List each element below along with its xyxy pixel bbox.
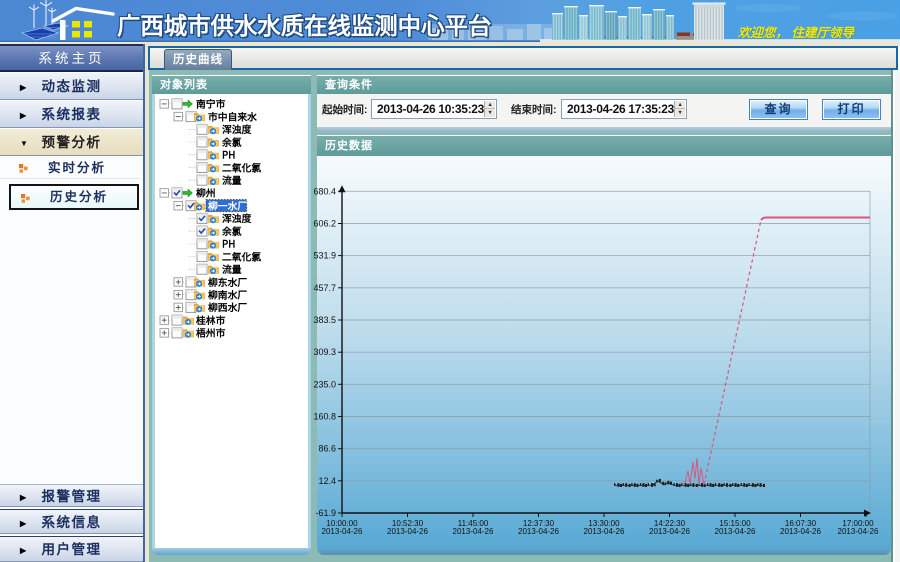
svg-text:12.4: 12.4 [318,476,336,486]
svg-text:680.4: 680.4 [313,186,336,196]
svg-text:2013-04-26: 2013-04-26 [453,527,494,536]
svg-text:2013-04-26: 2013-04-26 [387,527,428,536]
svg-text:流量: 流量 [222,173,242,187]
svg-text:2013-04-26: 2013-04-26 [715,527,756,536]
svg-text:531.9: 531.9 [313,251,336,261]
svg-text:309.3: 309.3 [313,347,336,357]
svg-text:2013-04-26: 2013-04-26 [838,527,879,536]
svg-text:梧州市: 梧州市 [196,325,226,339]
svg-text:235.0: 235.0 [313,379,336,389]
svg-text:383.5: 383.5 [313,315,336,325]
svg-text:86.6: 86.6 [318,444,336,454]
svg-text:160.8: 160.8 [313,412,336,422]
svg-text:2013-04-26: 2013-04-26 [322,527,363,536]
svg-text:2013-04-26: 2013-04-26 [780,527,821,536]
svg-text:2013-04-26: 2013-04-26 [649,527,690,536]
svg-text:2013-04-26: 2013-04-26 [518,527,559,536]
svg-text:606.2: 606.2 [313,219,336,229]
svg-text:457.7: 457.7 [313,283,336,293]
svg-text:2013-04-26: 2013-04-26 [584,527,625,536]
svg-text:-61.9: -61.9 [315,508,336,518]
